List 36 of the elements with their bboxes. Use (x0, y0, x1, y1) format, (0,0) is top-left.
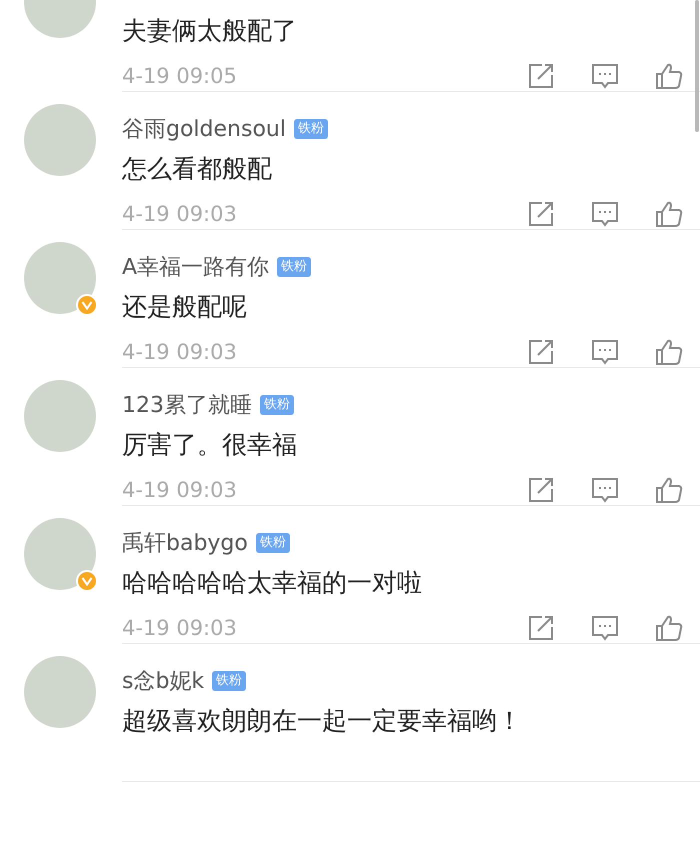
comment-icon[interactable] (590, 61, 620, 91)
comment-text: 哈哈哈哈哈太幸福的一对啦 (122, 567, 423, 599)
user-name[interactable]: s念b妮k (122, 666, 204, 696)
comment-time: 4-19 09:03 (122, 478, 238, 502)
fan-badge: 铁粉 (260, 395, 294, 415)
user-name[interactable]: 谷雨goldensoul (122, 114, 286, 144)
comment-text: 夫妻俩太般配了 (122, 15, 298, 47)
comment-icon[interactable] (590, 613, 620, 643)
fan-badge: 铁粉 (294, 119, 328, 139)
thumbs-up-icon[interactable] (654, 613, 684, 643)
share-icon[interactable] (526, 61, 556, 91)
comment-time: 4-19 09:03 (122, 340, 238, 364)
user-name[interactable]: 禹轩babygo (122, 528, 248, 558)
fan-badge: 铁粉 (256, 533, 290, 553)
comment-icon[interactable] (590, 199, 620, 229)
comment-icon[interactable] (590, 475, 620, 505)
share-icon[interactable] (526, 613, 556, 643)
comment-text: 怎么看都般配 (122, 153, 273, 185)
thumbs-up-icon[interactable] (654, 199, 684, 229)
user-name[interactable]: 123累了就睡 (122, 390, 252, 420)
comment-icon[interactable] (590, 337, 620, 367)
thumbs-up-icon[interactable] (654, 475, 684, 505)
comment-time: 4-19 09:03 (122, 202, 238, 226)
comment-time: 4-19 09:05 (122, 64, 238, 88)
comment-time: 4-19 09:03 (122, 616, 238, 640)
comment-text: 还是般配呢 (122, 291, 248, 323)
fan-badge: 铁粉 (212, 671, 246, 691)
user-name[interactable]: A幸福一路有你 (122, 252, 270, 282)
share-icon[interactable] (526, 475, 556, 505)
comment-text: 超级喜欢朗朗在一起一定要幸福哟！ (122, 705, 523, 737)
comment-text: 厉害了。很幸福 (122, 429, 298, 461)
fan-badge: 铁粉 (277, 257, 312, 277)
thumbs-up-icon[interactable] (654, 61, 684, 91)
share-icon[interactable] (526, 199, 556, 229)
thumbs-up-icon[interactable] (654, 337, 684, 367)
share-icon[interactable] (526, 337, 556, 367)
